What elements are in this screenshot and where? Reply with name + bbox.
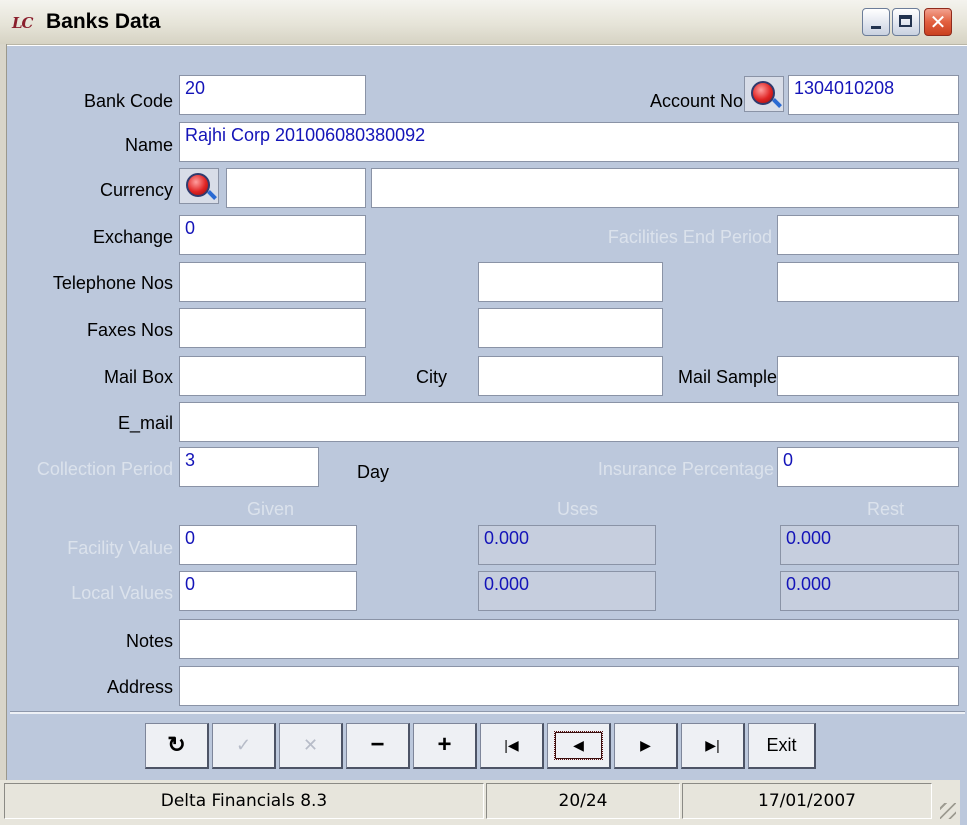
name-field[interactable]: Rajhi Corp 201006080380092 — [179, 122, 959, 162]
facilities-end-period-label: Facilities End Period — [607, 227, 772, 247]
currency-name-field[interactable] — [371, 168, 959, 208]
title-bar[interactable]: LC Banks Data ✕ — [0, 0, 967, 45]
address-label: Address — [106, 677, 173, 697]
currency-label: Currency — [99, 180, 173, 200]
faxes-nos-label: Faxes Nos — [86, 320, 173, 340]
save-button[interactable]: ✓ — [212, 723, 276, 769]
notes-label: Notes — [125, 631, 173, 651]
address-field[interactable] — [179, 666, 959, 706]
resize-grip-icon[interactable] — [940, 803, 956, 819]
add-button[interactable]: + — [413, 723, 477, 769]
bank-code-label: Bank Code — [83, 91, 173, 111]
mail-sample-label: Mail Sample — [677, 367, 777, 387]
account-no-field[interactable]: 1304010208 — [788, 75, 959, 115]
minimize-button[interactable] — [862, 8, 890, 36]
insurance-percentage-label: Insurance Percentage — [597, 459, 774, 479]
status-record-position: 20/24 — [486, 783, 680, 819]
telephone-3-field[interactable] — [777, 262, 959, 302]
maximize-icon — [899, 15, 912, 27]
given-header: Given — [247, 499, 295, 519]
status-date: 17/01/2007 — [682, 783, 932, 819]
window-frame-left — [0, 44, 7, 825]
notes-field[interactable] — [179, 619, 959, 659]
magnifier-icon — [751, 81, 775, 105]
delete-button[interactable]: − — [346, 723, 410, 769]
first-record-button[interactable]: |◀ — [480, 723, 544, 769]
rest-header: Rest — [867, 499, 905, 519]
exchange-label: Exchange — [92, 227, 173, 247]
collection-period-field[interactable]: 3 — [179, 447, 319, 487]
local-values-label: Local Values — [71, 583, 173, 603]
currency-code-field[interactable] — [226, 168, 366, 208]
telephone-nos-label: Telephone Nos — [52, 273, 173, 293]
fax-2-field[interactable] — [478, 308, 663, 348]
insurance-percentage-field[interactable]: 0 — [777, 447, 959, 487]
bank-code-field[interactable]: 20 — [179, 75, 366, 115]
account-lookup-button[interactable] — [744, 76, 784, 112]
lc-app-icon: LC — [12, 14, 34, 32]
name-label: Name — [124, 135, 173, 155]
collection-period-label: Collection Period — [36, 459, 173, 479]
uses-header: Uses — [557, 499, 599, 519]
banks-data-window: LC Banks Data ✕ Bank Code 20 Account No … — [0, 0, 967, 825]
form-body: Bank Code 20 Account No 1304010208 Name … — [7, 46, 967, 825]
refresh-button[interactable]: ↻ — [145, 723, 209, 769]
local-uses-field: 0.000 — [478, 571, 656, 611]
day-label: Day — [357, 462, 390, 482]
city-field[interactable] — [478, 356, 663, 396]
email-label: E_mail — [117, 413, 173, 433]
facility-given-field[interactable]: 0 — [179, 525, 357, 565]
city-label: City — [416, 367, 447, 387]
exit-button[interactable]: Exit — [748, 723, 816, 769]
separator — [10, 711, 965, 714]
cancel-button[interactable]: ✕ — [279, 723, 343, 769]
next-record-button[interactable]: ▶ — [614, 723, 678, 769]
facility-value-label: Facility Value — [67, 538, 173, 558]
maximize-button[interactable] — [892, 8, 920, 36]
email-field[interactable] — [179, 402, 959, 442]
status-bar: Delta Financials 8.3 20/24 17/01/2007 — [0, 780, 960, 825]
telephone-2-field[interactable] — [478, 262, 663, 302]
mail-box-field[interactable] — [179, 356, 366, 396]
currency-lookup-button[interactable] — [179, 168, 219, 204]
local-rest-field: 0.000 — [780, 571, 959, 611]
facility-uses-field: 0.000 — [478, 525, 656, 565]
exchange-field[interactable]: 0 — [179, 215, 366, 255]
mail-sample-field[interactable] — [777, 356, 959, 396]
account-no-label: Account No — [649, 91, 743, 111]
telephone-1-field[interactable] — [179, 262, 366, 302]
close-button[interactable]: ✕ — [924, 8, 952, 36]
magnifier-icon — [186, 173, 210, 197]
window-title: Banks Data — [46, 10, 161, 33]
focus-rect — [554, 731, 603, 760]
facilities-end-period-field[interactable] — [777, 215, 959, 255]
mail-box-label: Mail Box — [103, 367, 173, 387]
status-app-name: Delta Financials 8.3 — [4, 783, 484, 819]
previous-record-button[interactable]: ◀ — [547, 723, 611, 769]
last-record-button[interactable]: ▶| — [681, 723, 745, 769]
minimize-icon — [871, 26, 881, 29]
local-given-field[interactable]: 0 — [179, 571, 357, 611]
fax-1-field[interactable] — [179, 308, 366, 348]
facility-rest-field: 0.000 — [780, 525, 959, 565]
close-icon: ✕ — [929, 10, 947, 34]
